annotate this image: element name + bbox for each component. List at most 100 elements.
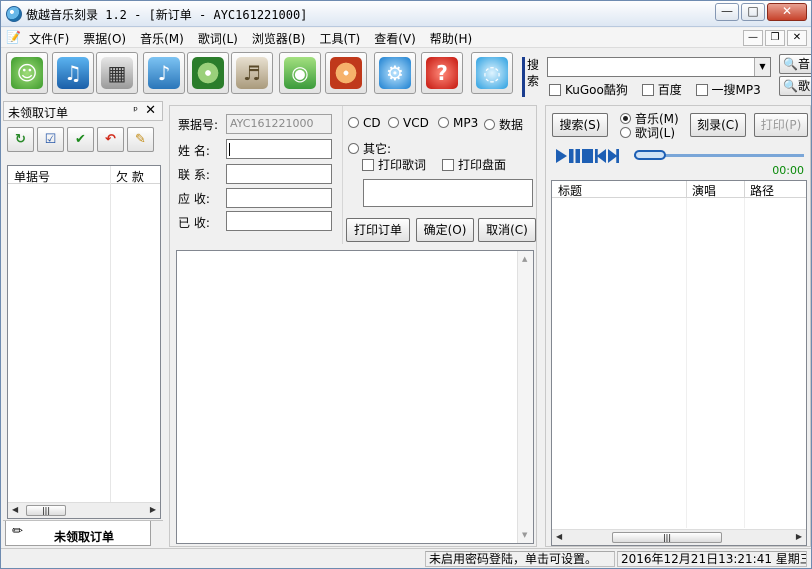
menu-view[interactable]: 查看(V) xyxy=(374,30,416,47)
menu-music[interactable]: 音乐(M) xyxy=(140,30,184,47)
column-path[interactable]: 路径 xyxy=(750,182,774,199)
print-order-button[interactable]: 打印订单 xyxy=(346,218,410,242)
next-icon[interactable] xyxy=(608,149,619,163)
search-music-button[interactable]: 🔍音 xyxy=(779,54,811,74)
vertical-scrollbar[interactable]: ▲ ▼ xyxy=(517,251,533,543)
note-button[interactable]: ✎ xyxy=(127,127,154,152)
mdi-restore-button[interactable]: ❐ xyxy=(765,30,785,46)
receivable-field[interactable] xyxy=(226,188,332,208)
minimize-button[interactable]: — xyxy=(715,3,739,21)
menu-browser[interactable]: 浏览器(B) xyxy=(252,30,306,47)
name-field[interactable] xyxy=(226,139,332,159)
print-lyrics-option[interactable]: 打印歌词 xyxy=(362,156,426,173)
source-kugoo-label: KuGoo酷狗 xyxy=(565,83,628,97)
format-vcd-option[interactable]: VCD xyxy=(388,116,429,130)
search-lyrics-button[interactable]: 🔍歌 xyxy=(779,76,811,96)
chevron-down-icon[interactable]: ▼ xyxy=(754,58,770,76)
seek-slider-thumb[interactable] xyxy=(634,150,666,160)
radio[interactable] xyxy=(438,117,449,128)
checkbox[interactable] xyxy=(362,159,374,171)
scroll-right-icon[interactable]: ▶ xyxy=(150,505,156,514)
burn-button[interactable]: 刻录(C) xyxy=(690,113,746,137)
document-icon[interactable]: 📝 xyxy=(6,30,22,45)
radio[interactable] xyxy=(620,113,631,124)
checkbox[interactable] xyxy=(442,159,454,171)
maximize-button[interactable]: □ xyxy=(741,3,765,21)
column-title[interactable]: 标题 xyxy=(558,182,582,199)
radio[interactable] xyxy=(348,143,359,154)
radio[interactable] xyxy=(388,117,399,128)
format-mp3-option[interactable]: MP3 xyxy=(438,116,478,130)
toolbar-music-doc-button[interactable]: ♫ xyxy=(52,52,94,94)
horizontal-scrollbar[interactable]: ◀ ||| ▶ xyxy=(552,529,806,545)
menu-lyrics[interactable]: 歌词(L) xyxy=(198,30,238,47)
undo-button[interactable]: ↶ xyxy=(97,127,124,152)
toolbar-help-button[interactable]: ? xyxy=(421,52,463,94)
search-input[interactable]: ▼ xyxy=(547,57,771,77)
stop-icon[interactable] xyxy=(582,149,593,163)
refresh-button[interactable]: ↻ xyxy=(7,127,34,152)
search-button[interactable]: 搜索(S) xyxy=(552,113,608,137)
scroll-left-icon[interactable]: ◀ xyxy=(12,505,18,514)
column-artist[interactable]: 演唱 xyxy=(692,182,716,199)
other-notes-field[interactable] xyxy=(363,179,533,207)
menu-help[interactable]: 帮助(H) xyxy=(430,30,472,47)
confirm-button[interactable]: ✔ xyxy=(67,127,94,152)
print-disc-option[interactable]: 打印盘面 xyxy=(442,156,506,173)
radio[interactable] xyxy=(620,127,631,138)
format-cd-option[interactable]: CD xyxy=(348,116,381,130)
toolbar-folder-music-button[interactable]: ♪ xyxy=(143,52,185,94)
play-icon[interactable] xyxy=(556,149,567,163)
column-ticket-no[interactable]: 单据号 xyxy=(14,168,50,185)
received-label: 已 收: xyxy=(178,216,210,230)
song-list[interactable]: 标题 演唱 路径 ◀ ||| ▶ xyxy=(551,180,807,546)
edit-button[interactable]: ☑ xyxy=(37,127,64,152)
cancel-button[interactable]: 取消(C) xyxy=(478,218,536,242)
checkbox[interactable] xyxy=(549,84,561,96)
menu-tools[interactable]: 工具(T) xyxy=(319,30,360,47)
scroll-thumb[interactable]: ||| xyxy=(26,505,66,516)
panel-close-icon[interactable]: ✕ xyxy=(145,103,156,118)
toolbar-player-button[interactable]: ◌ xyxy=(471,52,513,94)
menu-file[interactable]: 文件(F) xyxy=(29,30,69,47)
scroll-left-icon[interactable]: ◀ xyxy=(556,532,562,541)
radio[interactable] xyxy=(348,117,359,128)
toolbar-music-note-button[interactable]: ♬ xyxy=(231,52,273,94)
orders-list[interactable]: 单据号 欠 款 ◀ ||| ▶ xyxy=(7,165,161,519)
source-kugoo-option[interactable]: KuGoo酷狗 xyxy=(549,83,628,97)
format-other-option[interactable]: 其它: xyxy=(348,140,391,157)
mdi-close-button[interactable]: ✕ xyxy=(787,30,807,46)
close-button[interactable]: ✕ xyxy=(767,3,807,21)
checkbox[interactable] xyxy=(641,84,654,96)
radio-lyrics-option[interactable]: 歌词(L) xyxy=(620,124,675,141)
source-baidu-option[interactable]: 百度 xyxy=(641,83,682,97)
source-yisou-option[interactable]: 一搜MP3 xyxy=(695,83,761,97)
mdi-minimize-button[interactable]: — xyxy=(743,30,763,46)
column-balance[interactable]: 欠 款 xyxy=(116,168,144,185)
previous-icon[interactable] xyxy=(595,149,606,163)
order-notes-area[interactable]: ▲ ▼ xyxy=(176,250,534,544)
toolbar-settings-button[interactable]: ⚙ xyxy=(374,52,416,94)
received-field[interactable] xyxy=(226,211,332,231)
contact-field[interactable] xyxy=(226,164,332,184)
horizontal-scrollbar[interactable]: ◀ ||| ▶ xyxy=(8,502,160,518)
toolbar-disc-button[interactable] xyxy=(187,52,229,94)
menu-tickets[interactable]: 票据(O) xyxy=(83,30,126,47)
password-notice[interactable]: 未启用密码登陆，单击可设置。 xyxy=(425,551,615,567)
pin-icon[interactable]: ᵖ xyxy=(133,104,138,117)
radio[interactable] xyxy=(484,119,495,130)
scroll-thumb[interactable]: ||| xyxy=(612,532,722,543)
toolbar-calculator-button[interactable]: ▦ xyxy=(96,52,138,94)
tab-unclaimed-orders[interactable]: ✏ 未领取订单 xyxy=(5,521,151,546)
scroll-down-icon[interactable]: ▼ xyxy=(522,531,527,539)
scroll-right-icon[interactable]: ▶ xyxy=(796,532,802,541)
toolbar-users-button[interactable]: ☺ xyxy=(6,52,48,94)
pause-icon[interactable] xyxy=(569,149,580,163)
print-button[interactable]: 打印(P) xyxy=(754,113,808,137)
scroll-up-icon[interactable]: ▲ xyxy=(522,255,527,263)
ok-button[interactable]: 确定(O) xyxy=(416,218,474,242)
checkbox[interactable] xyxy=(695,84,708,96)
toolbar-burn-disc-button[interactable] xyxy=(325,52,367,94)
format-data-option[interactable]: 数据 xyxy=(484,116,523,133)
toolbar-cd-case-button[interactable]: ◉ xyxy=(279,52,321,94)
